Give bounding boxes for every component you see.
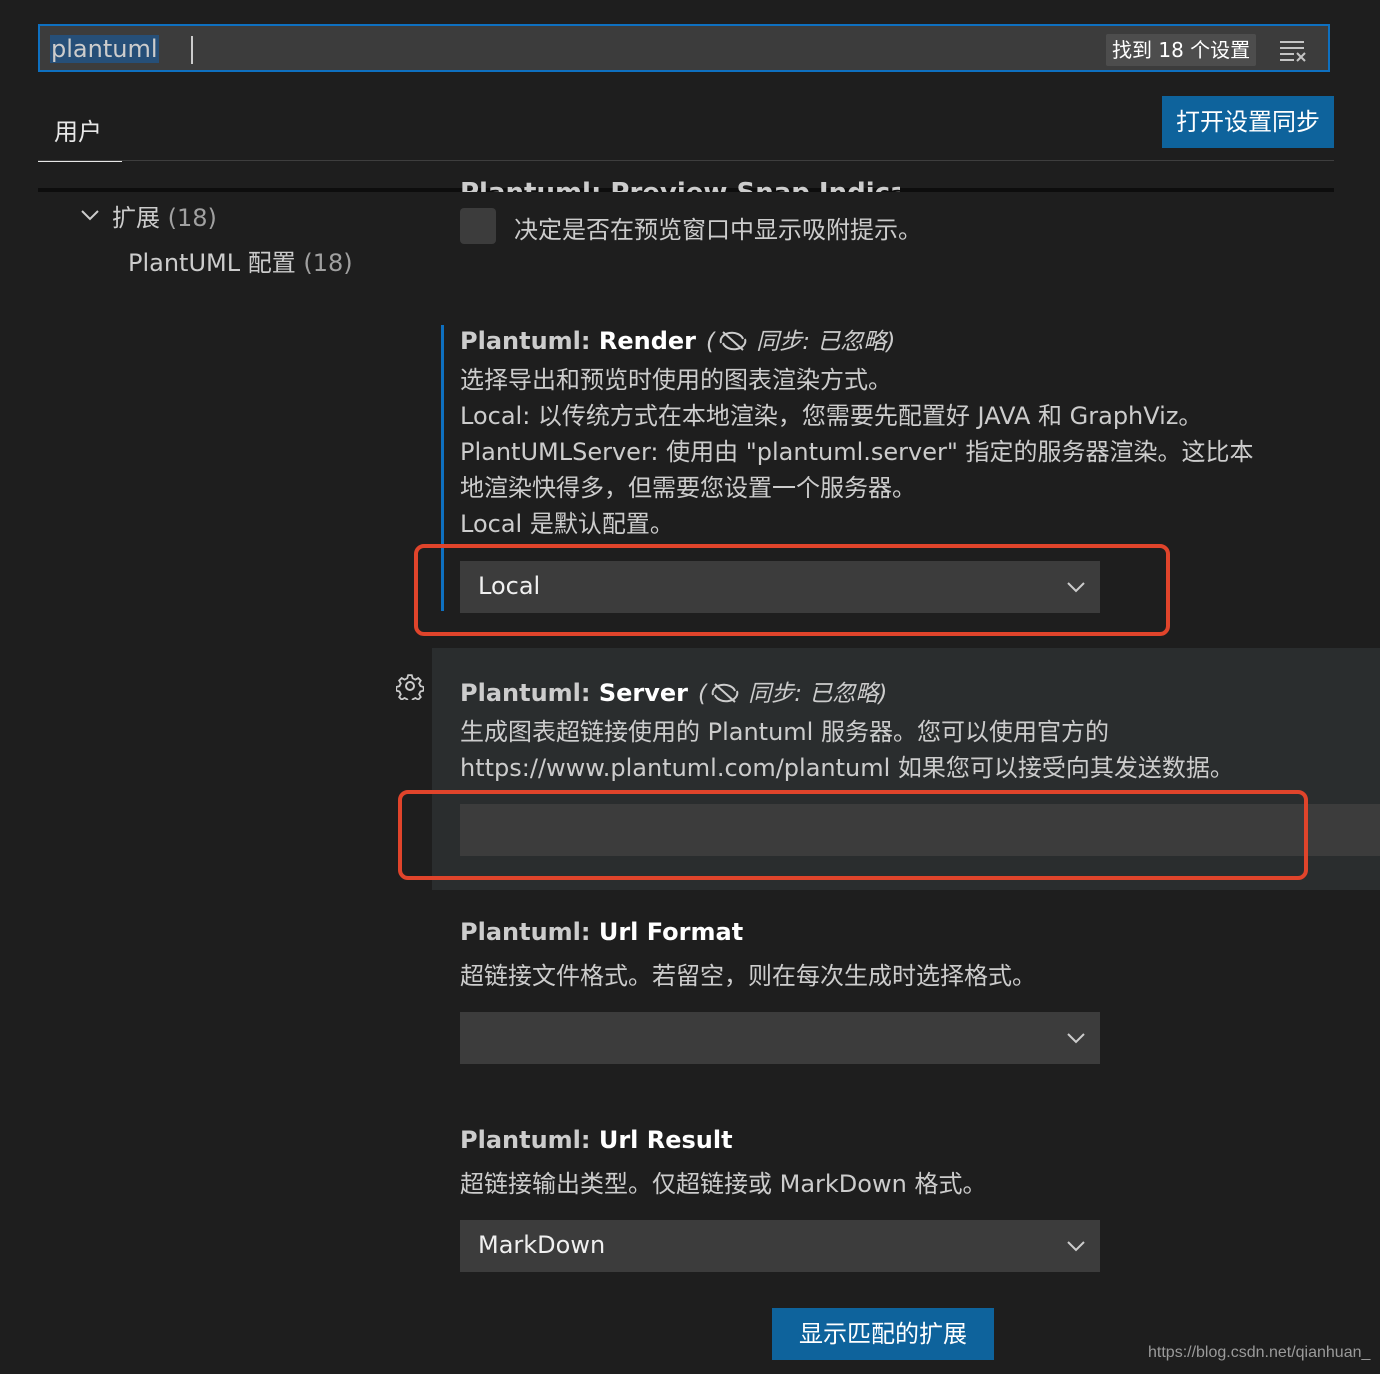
url-result-dropdown[interactable]: MarkDown	[460, 1220, 1100, 1272]
toc-item-plantuml[interactable]: PlantUML 配置 (18)	[128, 243, 353, 278]
setting-url-format-title: Plantuml: Url Format	[460, 918, 744, 946]
sync-ignored-label: ( 同步: 已忽略)	[698, 681, 888, 707]
toc-item-extensions-count: (18)	[167, 204, 217, 232]
search-input[interactable]: plantuml 找到 18 个设置	[38, 24, 1330, 72]
toc-item-extensions-label: 扩展	[112, 204, 160, 232]
tab-user-label: 用户	[54, 118, 102, 146]
chevron-down-icon[interactable]	[80, 205, 100, 225]
clear-filter-icon[interactable]	[1278, 38, 1308, 62]
sync-ignored-label: ( 同步: 已忽略)	[705, 329, 896, 355]
setting-url-result-description: 超链接输出类型。仅超链接或 MarkDown 格式。	[460, 1170, 987, 1198]
setting-url-result-title: Plantuml: Url Result	[460, 1126, 733, 1154]
url-format-dropdown[interactable]	[460, 1012, 1100, 1064]
tabs-divider	[38, 160, 1334, 161]
snap-indicators-checkbox[interactable]	[460, 208, 496, 244]
setting-server-title: Plantuml: Server( 同步: 已忽略)	[460, 679, 888, 707]
show-matching-extensions-button[interactable]: 显示匹配的扩展	[772, 1308, 994, 1360]
text-caret	[191, 36, 193, 64]
watermark: https://blog.csdn.net/qianhuan_	[1148, 1344, 1371, 1361]
setting-render-title: Plantuml: Render( 同步: 已忽略)	[460, 327, 896, 355]
chevron-down-icon	[1067, 1241, 1085, 1252]
toc-item-plantuml-count: (18)	[303, 249, 353, 277]
sync-ignored-icon	[711, 683, 739, 703]
search-result-count: 找到 18 个设置	[1106, 34, 1257, 66]
setting-render-description: 选择导出和预览时使用的图表渲染方式。 Local: 以传统方式在本地渲染，您需要…	[460, 366, 1254, 538]
toc-item-plantuml-label: PlantUML 配置	[128, 249, 296, 277]
setting-server-description: 生成图表超链接使用的 Plantuml 服务器。您可以使用官方的 https:/…	[460, 718, 1234, 782]
setting-url-format-description: 超链接文件格式。若留空，则在每次生成时选择格式。	[460, 962, 1036, 990]
url-result-dropdown-value: MarkDown	[478, 1231, 606, 1259]
toc-item-extensions[interactable]: 扩展 (18)	[112, 198, 217, 233]
annotation-highlight-render	[414, 544, 1170, 636]
tab-user[interactable]: 用户	[38, 100, 122, 162]
setting-snap-indicators-title: Plantuml: Preview Snap Indicators	[460, 170, 900, 192]
chevron-down-icon	[1067, 1033, 1085, 1044]
open-settings-sync-button[interactable]: 打开设置同步	[1162, 96, 1334, 148]
sync-ignored-icon	[719, 331, 747, 351]
setting-snap-indicators-description: 决定是否在预览窗口中显示吸附提示。	[514, 216, 922, 244]
annotation-highlight-server	[398, 790, 1308, 880]
gear-icon[interactable]	[396, 672, 424, 700]
search-input-value: plantuml	[50, 35, 159, 63]
